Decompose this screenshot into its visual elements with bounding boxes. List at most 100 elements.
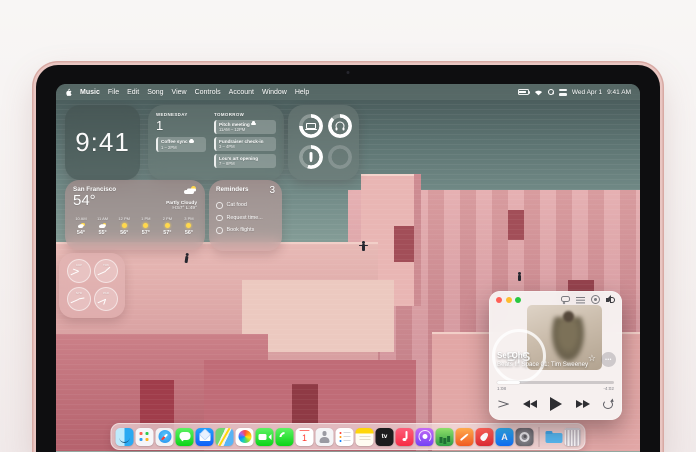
- track-title: Set One: [497, 351, 527, 360]
- battery-icon[interactable]: [518, 89, 529, 95]
- analog-clock: TOK: [94, 259, 118, 283]
- next-button[interactable]: [576, 400, 590, 408]
- weather-widget[interactable]: San Francisco 54° Partly Cloudy H:57° L:…: [65, 180, 205, 250]
- menu-item-help[interactable]: Help: [295, 89, 309, 96]
- reminder-item[interactable]: Book flights: [216, 227, 275, 234]
- event-title: Fundraiser check-in: [219, 139, 264, 144]
- calendar-event[interactable]: Fundraiser check-in 3 – 4PM: [214, 137, 276, 152]
- volume-icon[interactable]: [606, 295, 615, 304]
- weather-hour: 12 PM56°: [116, 216, 132, 236]
- phone-icon[interactable]: [276, 428, 294, 446]
- menu-item-controls[interactable]: Controls: [195, 89, 221, 96]
- facetime-icon[interactable]: [256, 428, 274, 446]
- menu-date[interactable]: Wed Apr 1: [572, 89, 602, 96]
- menu-item-edit[interactable]: Edit: [127, 89, 139, 96]
- track-subtitle: Beats In Space 01: Tim Sweeney: [497, 361, 588, 368]
- repeat-icon[interactable]: [603, 400, 613, 409]
- more-button[interactable]: •••: [601, 352, 616, 367]
- reminders-title: Reminders: [216, 186, 249, 193]
- checkbox-circle[interactable]: [216, 227, 223, 234]
- headphones-icon: [336, 122, 345, 131]
- wifi-icon[interactable]: [534, 89, 543, 96]
- menu-item-file[interactable]: File: [108, 89, 119, 96]
- airplay-icon[interactable]: [591, 295, 600, 304]
- calendar-icon[interactable]: 1: [296, 428, 314, 446]
- safari-icon[interactable]: [156, 428, 174, 446]
- menu-item-account[interactable]: Account: [229, 89, 254, 96]
- reminders-widget[interactable]: Reminders 3 Cat food Request time... Boo…: [209, 180, 282, 251]
- app-store-icon[interactable]: A: [496, 428, 514, 446]
- green-app-icon[interactable]: [436, 428, 454, 446]
- checkbox-circle[interactable]: [216, 202, 223, 209]
- event-title: Pitch meeting: [219, 122, 250, 127]
- battery-ring-empty: [328, 145, 352, 169]
- menu-item-song[interactable]: Song: [147, 89, 163, 96]
- star-icon[interactable]: ☆: [588, 353, 596, 364]
- calendar-event[interactable]: Coffee sync 1 – 2PM: [156, 137, 206, 152]
- checkbox-circle[interactable]: [216, 215, 223, 222]
- event-title: Lou's art opening: [219, 156, 258, 161]
- menu-item-music[interactable]: Music: [80, 89, 100, 96]
- partly-cloudy-icon: [78, 223, 85, 228]
- downloads-folder-icon[interactable]: [545, 428, 563, 446]
- search-icon[interactable]: [548, 89, 554, 95]
- queue-icon[interactable]: [576, 295, 585, 304]
- messages-icon[interactable]: [176, 428, 194, 446]
- previous-button[interactable]: [523, 400, 537, 408]
- reminders-count: 3: [269, 186, 275, 196]
- elapsed-time: 1:08: [497, 386, 506, 391]
- settings-icon[interactable]: [516, 428, 534, 446]
- batteries-widget[interactable]: [288, 105, 359, 180]
- trash-icon[interactable]: [565, 428, 581, 446]
- menu-item-view[interactable]: View: [172, 89, 187, 96]
- shuffle-icon[interactable]: [498, 400, 509, 408]
- reminder-item[interactable]: Request time...: [216, 215, 275, 222]
- maps-icon[interactable]: [216, 428, 234, 446]
- close-button[interactable]: [496, 297, 502, 303]
- laptop-icon: [306, 123, 316, 129]
- control-center-icon[interactable]: [559, 89, 567, 96]
- clock-widget[interactable]: 9:41: [65, 105, 140, 180]
- calendar-tomorrow-label: TOMORROW: [214, 112, 276, 117]
- calendar-event[interactable]: Lou's art opening 7 – 8PM: [214, 154, 276, 169]
- weather-hour: 10 AM54°: [73, 216, 89, 236]
- event-time: 11AM – 12PM: [219, 127, 273, 132]
- minimize-button[interactable]: [506, 297, 512, 303]
- contacts-icon[interactable]: [316, 428, 334, 446]
- progress-fill: [497, 381, 520, 384]
- sun-icon: [122, 223, 127, 228]
- rocket-app-icon[interactable]: [476, 428, 494, 446]
- progress-bar[interactable]: [497, 381, 614, 384]
- menu-item-window[interactable]: Window: [262, 89, 287, 96]
- zoom-button[interactable]: [515, 297, 521, 303]
- reminders-icon[interactable]: [336, 428, 354, 446]
- reminder-item[interactable]: Cat food: [216, 202, 275, 209]
- world-clock-widget[interactable]: CUP TOK SYD PAR: [59, 253, 125, 318]
- orange-pencil-app-icon[interactable]: [456, 428, 474, 446]
- play-button[interactable]: [550, 397, 562, 411]
- photos-icon[interactable]: [236, 428, 254, 446]
- lyrics-icon[interactable]: [561, 295, 570, 304]
- menu-time[interactable]: 9:41 AM: [607, 89, 631, 96]
- music-icon[interactable]: [396, 428, 414, 446]
- launchpad-icon[interactable]: [136, 428, 154, 446]
- apple-logo-icon[interactable]: [65, 88, 72, 96]
- menu-bar: Music File Edit Song View Controls Accou…: [56, 84, 640, 100]
- finder-icon[interactable]: [116, 428, 134, 446]
- apple-pencil-icon: [310, 152, 313, 162]
- weather-hour: 1 PM57°: [138, 216, 154, 236]
- person-figure: [185, 256, 189, 263]
- calendar-widget[interactable]: WEDNESDAY 1 Coffee sync 1 – 2PM TOMORROW…: [148, 105, 284, 180]
- cloud-icon: [189, 140, 194, 143]
- battery-ring-headphones: [328, 114, 352, 138]
- weather-hour: 3 PM56°: [181, 216, 197, 236]
- podcasts-icon[interactable]: [416, 428, 434, 446]
- calendar-date: 1: [156, 118, 206, 133]
- tv-icon[interactable]: tv: [376, 428, 394, 446]
- notes-icon[interactable]: [356, 428, 374, 446]
- event-title: Coffee sync: [161, 139, 188, 144]
- calendar-event[interactable]: Pitch meeting 11AM – 12PM: [214, 120, 276, 135]
- weather-high-low: H:57° L:49°: [166, 206, 197, 211]
- analog-clock: SYD: [67, 287, 91, 311]
- mail-icon[interactable]: [196, 428, 214, 446]
